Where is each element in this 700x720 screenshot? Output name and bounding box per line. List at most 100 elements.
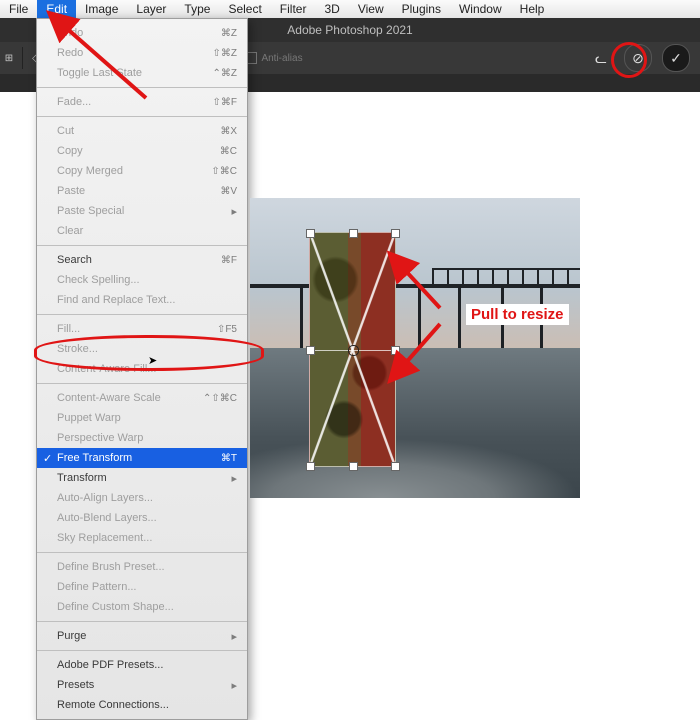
menu-item-label: Fade... xyxy=(57,96,91,108)
menu-item-label: Purge xyxy=(57,630,86,642)
menu-item-remote-connections[interactable]: Remote Connections... xyxy=(37,695,247,715)
transform-handle-s[interactable] xyxy=(349,462,358,471)
menu-item-transform[interactable]: Transform ▸ xyxy=(37,468,247,488)
submenu-indicator-icon: ▸ xyxy=(231,679,237,692)
menu-item-shortcut: ⇧⌘Z xyxy=(213,48,238,59)
transform-handle-e[interactable] xyxy=(391,346,400,355)
menubar-item-edit[interactable]: Edit xyxy=(37,0,76,18)
menu-item-content-aware-scale: Content-Aware Scale⌃⇧⌘C xyxy=(37,388,247,408)
transform-handle-sw[interactable] xyxy=(306,462,315,471)
menubar-item-layer[interactable]: Layer xyxy=(127,0,175,18)
menu-item-auto-blend-layers: Auto-Blend Layers... xyxy=(37,508,247,528)
menu-item-shortcut: ⌘V xyxy=(220,186,237,197)
menu-item-label: Remote Connections... xyxy=(57,699,169,711)
menu-item-label: Perspective Warp xyxy=(57,432,143,444)
menu-item-label: Copy xyxy=(57,145,83,157)
menu-item-label: Define Custom Shape... xyxy=(57,601,174,613)
grid-icon[interactable]: ⊞ xyxy=(0,53,18,64)
transform-handle-n[interactable] xyxy=(349,229,358,238)
menu-item-search[interactable]: Search ⌘F xyxy=(37,250,247,270)
commit-transform-button[interactable]: ✓ xyxy=(662,44,690,72)
menubar-item-help[interactable]: Help xyxy=(511,0,554,18)
menubar-item-type[interactable]: Type xyxy=(175,0,219,18)
menu-item-check-spelling: Check Spelling... xyxy=(37,270,247,290)
transform-reference-point[interactable] xyxy=(348,345,359,356)
transform-handle-w[interactable] xyxy=(306,346,315,355)
menu-item-label: Free Transform xyxy=(57,452,132,464)
annotation-label-pull: Pull to resize xyxy=(466,304,569,325)
menu-item-label: Define Brush Preset... xyxy=(57,561,165,573)
menu-item-presets[interactable]: Presets ▸ xyxy=(37,675,247,695)
annotation-highlight-commit xyxy=(611,42,647,78)
menu-item-puppet-warp: Puppet Warp xyxy=(37,408,247,428)
menu-item-label: Fill... xyxy=(57,323,80,335)
menubar-item-view[interactable]: View xyxy=(349,0,393,18)
menu-item-shortcut: ⌘C xyxy=(220,146,237,157)
menu-item-label: Auto-Blend Layers... xyxy=(57,512,157,524)
document-canvas[interactable] xyxy=(250,198,580,498)
menu-item-shortcut: ⌘Z xyxy=(221,28,237,39)
menu-item-adobe-pdf-presets[interactable]: Adobe PDF Presets... xyxy=(37,655,247,675)
menu-item-shortcut: ⌘X xyxy=(220,126,237,137)
os-menubar: FileEditImageLayerTypeSelectFilter3DView… xyxy=(0,0,700,19)
menu-item-label: Auto-Align Layers... xyxy=(57,492,153,504)
annotation-highlight-menu-item xyxy=(34,335,264,371)
menu-item-label: Copy Merged xyxy=(57,165,123,177)
menu-item-paste-special: Paste Special ▸ xyxy=(37,201,247,221)
menu-item-find-and-replace-text: Find and Replace Text... xyxy=(37,290,247,310)
transform-handle-ne[interactable] xyxy=(391,229,400,238)
menubar-item-image[interactable]: Image xyxy=(76,0,127,18)
menu-item-label: Toggle Last State xyxy=(57,67,142,79)
menu-item-fade: Fade... ⇧⌘F xyxy=(37,92,247,112)
menubar-item-3d[interactable]: 3D xyxy=(315,0,348,18)
menu-item-label: Transform xyxy=(57,472,107,484)
menubar-item-filter[interactable]: Filter xyxy=(271,0,316,18)
transform-handle-nw[interactable] xyxy=(306,229,315,238)
menu-item-label: Paste Special xyxy=(57,205,124,217)
menu-item-label: Cut xyxy=(57,125,74,137)
submenu-indicator-icon: ▸ xyxy=(231,630,237,643)
menu-item-perspective-warp: Perspective Warp xyxy=(37,428,247,448)
antialias-label: Anti-alias xyxy=(261,53,302,64)
menubar-item-file[interactable]: File xyxy=(0,0,37,18)
menu-item-shortcut: ⇧⌘C xyxy=(211,166,237,177)
menubar-item-window[interactable]: Window xyxy=(450,0,511,18)
menu-item-label: Undo xyxy=(57,27,83,39)
menu-item-cut: Cut ⌘X xyxy=(37,121,247,141)
menu-item-toggle-last-state: Toggle Last State ⌃⌘Z xyxy=(37,63,247,83)
menu-item-purge[interactable]: Purge ▸ xyxy=(37,626,247,646)
menu-item-label: Check Spelling... xyxy=(57,274,140,286)
menu-item-label: Search xyxy=(57,254,92,266)
submenu-indicator-icon: ▸ xyxy=(231,472,237,485)
menu-item-label: Clear xyxy=(57,225,83,237)
menu-item-sky-replacement: Sky Replacement... xyxy=(37,528,247,548)
menu-item-label: Adobe PDF Presets... xyxy=(57,659,163,671)
free-transform-bounding-box[interactable] xyxy=(309,232,396,467)
menu-item-label: Puppet Warp xyxy=(57,412,121,424)
menu-item-shortcut: ⇧⌘F xyxy=(213,97,238,108)
menu-item-auto-align-layers: Auto-Align Layers... xyxy=(37,488,247,508)
menu-item-label: Sky Replacement... xyxy=(57,532,152,544)
app-title: Adobe Photoshop 2021 xyxy=(287,23,412,37)
menu-item-define-brush-preset: Define Brush Preset... xyxy=(37,557,247,577)
menu-item-shortcut: ⌘F xyxy=(221,255,237,266)
menu-item-define-pattern: Define Pattern... xyxy=(37,577,247,597)
menu-item-undo: Undo ⌘Z xyxy=(37,23,247,43)
menu-item-label: Presets xyxy=(57,679,94,691)
menu-item-label: Redo xyxy=(57,47,83,59)
menu-item-label: Find and Replace Text... xyxy=(57,294,175,306)
menu-item-shortcut: ⌃⌘Z xyxy=(213,68,238,79)
menu-item-paste: Paste ⌘V xyxy=(37,181,247,201)
menu-item-copy-merged: Copy Merged ⇧⌘C xyxy=(37,161,247,181)
menubar-item-select[interactable]: Select xyxy=(219,0,270,18)
menubar-item-plugins[interactable]: Plugins xyxy=(393,0,450,18)
menu-item-shortcut: ⇧F5 xyxy=(217,324,237,335)
menu-item-shortcut: ⌘T xyxy=(221,453,237,464)
transform-handle-se[interactable] xyxy=(391,462,400,471)
menu-item-label: Paste xyxy=(57,185,85,197)
submenu-indicator-icon: ▸ xyxy=(231,205,237,218)
menu-item-label: Define Pattern... xyxy=(57,581,137,593)
menu-item-shortcut: ⌃⇧⌘C xyxy=(203,393,237,404)
menu-item-free-transform[interactable]: ✓Free Transform⌘T xyxy=(37,448,247,468)
menu-item-define-custom-shape: Define Custom Shape... xyxy=(37,597,247,617)
